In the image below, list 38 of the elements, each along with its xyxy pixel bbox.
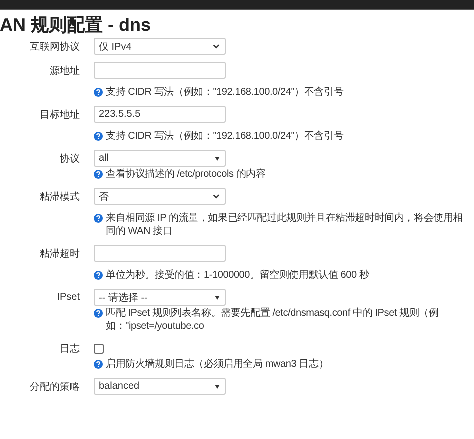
field-label: 分配的策略 bbox=[29, 380, 80, 394]
help-icon bbox=[94, 309, 103, 318]
help-icon bbox=[94, 271, 103, 280]
help-text: 单位为秒。接受的值：1-1000000。留空则使用默认值 600 秒 bbox=[106, 269, 370, 282]
field-label: 源地址 bbox=[49, 64, 80, 78]
select-field[interactable]: all bbox=[94, 150, 226, 167]
help-icon bbox=[94, 132, 103, 141]
help-text: 匹配 IPset 规则列表名称。需要先配置 /etc/dnsmasq.conf 中的 IPset 规则（例如："ipset=/youtube.co bbox=[106, 307, 440, 333]
help-text: 支持 CIDR 写法（例如："192.168.100.0/24"）不含引号 bbox=[106, 86, 344, 99]
input-field[interactable]: 223.5.5.5 bbox=[94, 106, 226, 123]
select-field[interactable]: -- 请选择 -- bbox=[94, 289, 226, 306]
field-label: 协议 bbox=[59, 152, 80, 166]
input-field[interactable] bbox=[94, 62, 226, 79]
help-icon bbox=[94, 214, 103, 223]
field-label: IPset bbox=[56, 292, 80, 303]
help-icon bbox=[94, 88, 103, 97]
caret-icon bbox=[215, 296, 220, 300]
field-label: 互联网协议 bbox=[29, 40, 80, 54]
help-icon bbox=[94, 360, 103, 369]
chevron-icon bbox=[213, 44, 220, 49]
select-field[interactable]: 否 bbox=[94, 188, 226, 205]
help-text: 来自相同源 IP 的流量，如果已经匹配过此规则并且在粘滞超时时间内，将会使用相同的 WAN 接口 bbox=[106, 212, 464, 238]
help-icon bbox=[94, 170, 103, 179]
select-field[interactable]: 仅 IPv4 bbox=[94, 38, 226, 55]
page-title: AN 规则配置 - dns bbox=[0, 14, 152, 36]
caret-icon bbox=[215, 384, 220, 388]
field-label: 日志 bbox=[59, 342, 80, 356]
field-label: 粘滞超时 bbox=[39, 248, 80, 260]
chevron-icon bbox=[213, 194, 220, 199]
help-text: 启用防火墙规则日志（必须启用全局 mwan3 日志） bbox=[106, 358, 329, 371]
help-text: 查看协议描述的 /etc/protocols 的内容 bbox=[106, 168, 266, 181]
caret-icon bbox=[215, 156, 220, 160]
field-label: 目标地址 bbox=[39, 108, 80, 122]
checkbox[interactable] bbox=[94, 344, 104, 354]
select-field[interactable]: balanced bbox=[94, 378, 226, 395]
input-field[interactable] bbox=[94, 245, 226, 262]
field-label: 粘滞模式 bbox=[39, 190, 80, 204]
help-text: 支持 CIDR 写法（例如："192.168.100.0/24"）不含引号 bbox=[106, 130, 344, 143]
